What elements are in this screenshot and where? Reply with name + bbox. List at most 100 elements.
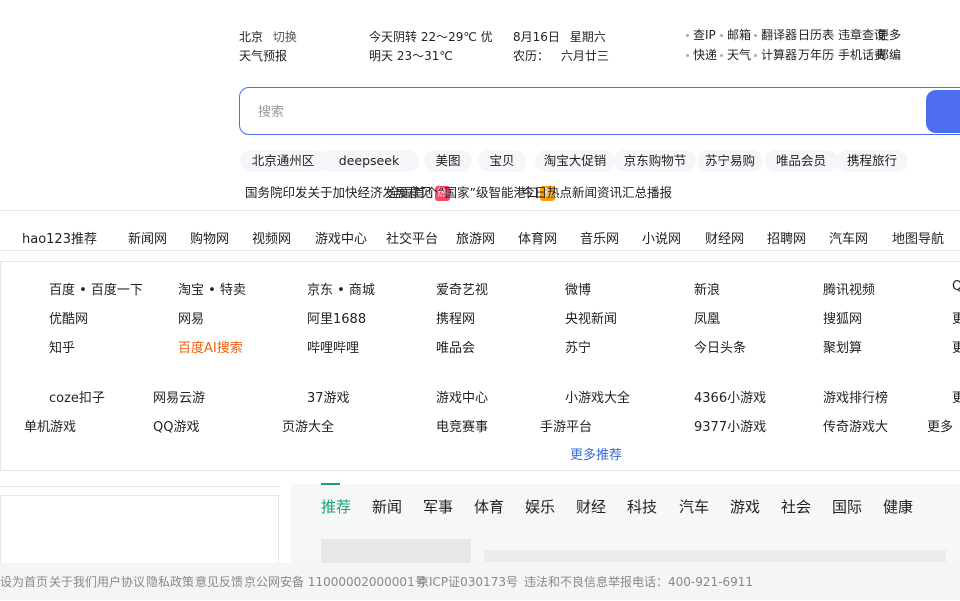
tab[interactable]: 汽车 bbox=[679, 496, 709, 517]
footer-link[interactable]: 设为首页 bbox=[0, 573, 48, 590]
nav-item[interactable]: 体育网 bbox=[518, 228, 557, 247]
nav-item[interactable]: 小说网 bbox=[642, 228, 681, 247]
site-link[interactable]: 更多 bbox=[927, 416, 953, 435]
tab[interactable]: 新闻 bbox=[372, 496, 402, 517]
site-link[interactable]: 游戏中心 bbox=[436, 387, 488, 406]
site-link[interactable]: 4366小游戏 bbox=[694, 387, 766, 406]
tab-recommend[interactable]: 推荐 bbox=[321, 496, 351, 517]
site-link[interactable]: 电竞赛事 bbox=[436, 416, 488, 435]
quick-link[interactable]: 天气 bbox=[720, 46, 751, 63]
site-link[interactable]: 搜狐网 bbox=[823, 308, 862, 327]
site-link[interactable]: 更 bbox=[952, 308, 960, 327]
tab[interactable]: 社会 bbox=[781, 496, 811, 517]
weather-tomorrow[interactable]: 明天 23～31℃ bbox=[369, 47, 453, 64]
site-link[interactable]: 网易 bbox=[178, 308, 204, 327]
more-sites-link[interactable]: 更多推荐 bbox=[570, 444, 622, 463]
hot-chip[interactable]: 苏宁易购 bbox=[697, 150, 763, 172]
site-link[interactable]: 携程网 bbox=[436, 308, 475, 327]
footer-license[interactable]: 京公网安备 11000002000001号 bbox=[244, 573, 427, 590]
active-tab-indicator bbox=[321, 483, 340, 485]
quick-link[interactable]: 查IP bbox=[686, 26, 716, 43]
hot-chip[interactable]: 宝贝 bbox=[478, 150, 526, 172]
site-link[interactable]: 手游平台 bbox=[540, 416, 592, 435]
site-link[interactable]: 百度 • 百度一下 bbox=[49, 279, 143, 298]
quick-link[interactable]: 万年历 bbox=[791, 46, 834, 63]
quick-link[interactable]: 邮箱 bbox=[720, 26, 751, 43]
site-link[interactable]: Q bbox=[952, 279, 960, 294]
quick-link[interactable]: 日历表 bbox=[791, 26, 834, 43]
site-link[interactable]: 页游大全 bbox=[282, 416, 334, 435]
search-button[interactable] bbox=[926, 90, 960, 133]
site-link[interactable]: 今日头条 bbox=[694, 337, 746, 356]
nav-item[interactable]: 地图导航 bbox=[892, 228, 944, 247]
site-link-highlight[interactable]: 百度AI搜索 bbox=[178, 337, 243, 356]
tab[interactable]: 国际 bbox=[832, 496, 862, 517]
hot-chip[interactable]: 美图 bbox=[424, 150, 472, 172]
footer-link[interactable]: 关于我们 bbox=[49, 573, 97, 590]
site-link[interactable]: 京东 • 商城 bbox=[307, 279, 375, 298]
site-link[interactable]: 阿里1688 bbox=[307, 308, 366, 327]
footer-link[interactable]: 用户协议 bbox=[97, 573, 145, 590]
tab[interactable]: 科技 bbox=[627, 496, 657, 517]
tab[interactable]: 财经 bbox=[576, 496, 606, 517]
hot-chip[interactable]: 携程旅行 bbox=[836, 150, 908, 172]
site-link[interactable]: 游戏排行榜 bbox=[823, 387, 888, 406]
site-link[interactable]: coze扣子 bbox=[49, 387, 105, 406]
footer-link[interactable]: 隐私政策 bbox=[146, 573, 194, 590]
site-link[interactable]: 更 bbox=[952, 337, 960, 356]
site-link[interactable]: 小游戏大全 bbox=[565, 387, 630, 406]
site-link[interactable]: 37游戏 bbox=[307, 387, 350, 406]
quick-link[interactable]: 邮编 bbox=[870, 46, 901, 63]
site-link[interactable]: 单机游戏 bbox=[24, 416, 76, 435]
site-link[interactable]: 聚划算 bbox=[823, 337, 862, 356]
quick-link[interactable]: 更多 bbox=[870, 26, 901, 43]
hot-chip[interactable]: 唯品会员 bbox=[764, 150, 838, 172]
site-link[interactable]: 更 bbox=[952, 387, 960, 406]
site-link[interactable]: 传奇游戏大 bbox=[823, 416, 888, 435]
tab[interactable]: 军事 bbox=[423, 496, 453, 517]
site-link[interactable]: 网易云游 bbox=[153, 387, 205, 406]
footer-link[interactable]: 意见反馈 bbox=[195, 573, 243, 590]
nav-item[interactable]: 新闻网 bbox=[128, 228, 167, 247]
site-link[interactable]: 唯品会 bbox=[436, 337, 475, 356]
news-item[interactable]: 今日热点新闻资讯汇总播报 bbox=[522, 182, 672, 201]
tab[interactable]: 健康 bbox=[883, 496, 913, 517]
site-link[interactable]: 淘宝 • 特卖 bbox=[178, 279, 246, 298]
city-switch-link[interactable]: 切换 bbox=[273, 30, 297, 44]
nav-item[interactable]: 视频网 bbox=[252, 228, 291, 247]
hot-chip[interactable]: 淘宝大促销 bbox=[535, 150, 615, 172]
nav-item[interactable]: hao123推荐 bbox=[22, 228, 97, 247]
nav-item[interactable]: 汽车网 bbox=[829, 228, 868, 247]
site-link[interactable]: QQ游戏 bbox=[153, 416, 199, 435]
tab[interactable]: 游戏 bbox=[730, 496, 760, 517]
nav-item[interactable]: 游戏中心 bbox=[315, 228, 367, 247]
site-link[interactable]: 微博 bbox=[565, 279, 591, 298]
search-input[interactable] bbox=[256, 88, 900, 136]
tab[interactable]: 体育 bbox=[474, 496, 504, 517]
hot-chip[interactable]: deepseek bbox=[319, 150, 419, 172]
weather-forecast-link[interactable]: 天气预报 bbox=[239, 47, 287, 64]
hot-chip[interactable]: 北京通州区 bbox=[240, 150, 326, 172]
site-link[interactable]: 优酷网 bbox=[49, 308, 88, 327]
nav-item[interactable]: 旅游网 bbox=[456, 228, 495, 247]
site-link[interactable]: 腾讯视频 bbox=[823, 279, 875, 298]
hot-chip[interactable]: 京东购物节 bbox=[614, 150, 696, 172]
weather-today[interactable]: 今天阴转 22～29℃ 优 bbox=[369, 28, 493, 45]
site-link[interactable]: 哔哩哔哩 bbox=[307, 337, 359, 356]
header-location: 北京 切换 bbox=[239, 28, 297, 45]
nav-item[interactable]: 财经网 bbox=[705, 228, 744, 247]
site-link[interactable]: 9377小游戏 bbox=[694, 416, 766, 435]
nav-item[interactable]: 购物网 bbox=[190, 228, 229, 247]
site-link[interactable]: 知乎 bbox=[49, 337, 75, 356]
site-link[interactable]: 新浪 bbox=[694, 279, 720, 298]
footer-icp[interactable]: 京ICP证030173号 bbox=[417, 573, 518, 590]
site-link[interactable]: 凤凰 bbox=[694, 308, 720, 327]
quick-link[interactable]: 快递 bbox=[686, 46, 717, 63]
nav-item[interactable]: 招聘网 bbox=[767, 228, 806, 247]
nav-item[interactable]: 音乐网 bbox=[580, 228, 619, 247]
site-link[interactable]: 爱奇艺视 bbox=[436, 279, 488, 298]
site-link[interactable]: 苏宁 bbox=[565, 337, 591, 356]
tab[interactable]: 娱乐 bbox=[525, 496, 555, 517]
site-link[interactable]: 央视新闻 bbox=[565, 308, 617, 327]
nav-item[interactable]: 社交平台 bbox=[386, 228, 438, 247]
